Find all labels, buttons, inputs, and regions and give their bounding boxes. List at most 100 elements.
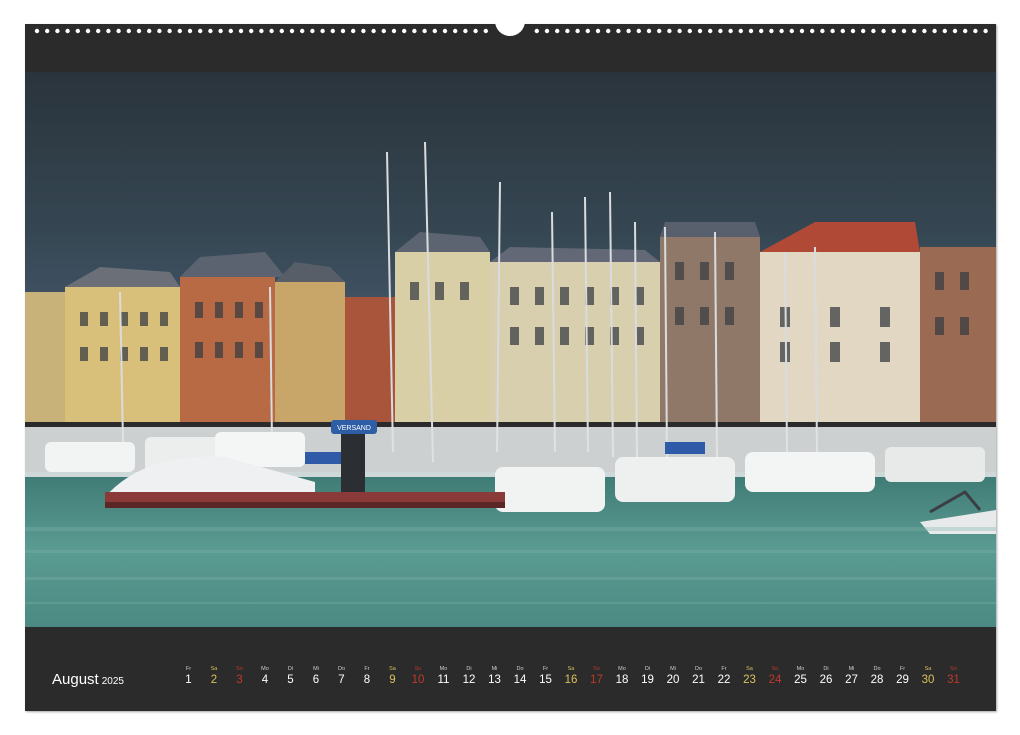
binding-hole	[595, 28, 601, 34]
day-number: 18	[615, 674, 629, 686]
day-cell: Sa 23	[737, 665, 762, 687]
day-of-week-label: So	[771, 666, 779, 672]
binding-hole	[626, 28, 631, 34]
binding-hole	[126, 28, 131, 34]
day-cell: Sa 2	[202, 665, 227, 687]
binding-hole	[963, 28, 968, 34]
binding-hole	[75, 28, 80, 34]
binding-hole	[432, 28, 437, 34]
binding-hole	[116, 28, 121, 34]
day-number: 4	[261, 674, 269, 686]
day-cell: Di 19	[635, 665, 660, 687]
binding-hole	[861, 28, 866, 34]
binding-hole	[728, 28, 733, 34]
day-of-week-label: Di	[466, 666, 472, 672]
day-of-week-label: Sa	[389, 666, 396, 672]
day-cell: Mo 11	[431, 665, 456, 687]
day-row: Fr 1 Sa 2 So 3 Mo 4 Di 5 Mi 6 Do 7 Fr 8 Sa 9 So 10 Mo 11 Di 12 M…	[176, 665, 966, 695]
binding-hole	[942, 28, 947, 34]
binding-hole	[269, 28, 274, 34]
binding-hole	[96, 28, 101, 34]
binding-hole	[738, 28, 743, 34]
day-of-week-label: Do	[337, 666, 346, 672]
day-cell: Mo 25	[788, 665, 813, 687]
day-number: 6	[312, 674, 320, 686]
day-number: 31	[947, 674, 960, 686]
day-cell: Mo 18	[610, 665, 635, 687]
day-of-week-label: Sa	[567, 666, 575, 672]
day-of-week-label: So	[593, 666, 600, 672]
day-of-week-label: Sa	[924, 666, 932, 672]
binding-hole	[636, 28, 641, 34]
binding-hole	[45, 28, 50, 34]
binding-hole	[228, 28, 233, 34]
day-number: 23	[743, 674, 756, 686]
day-number: 26	[819, 674, 833, 686]
day-cell: Fr 8	[355, 665, 380, 687]
binding-hole	[810, 28, 815, 34]
day-number: 16	[564, 674, 578, 686]
day-cell: So 17	[584, 665, 609, 687]
binding-hole	[799, 28, 805, 34]
binding-hole	[657, 28, 662, 34]
binding-hole	[922, 28, 927, 34]
day-cell: Di 26	[814, 665, 839, 687]
day-number: 7	[338, 674, 345, 686]
day-of-week-label: Mo	[261, 666, 269, 672]
day-cell: Sa 16	[559, 665, 584, 687]
day-number: 25	[794, 674, 807, 686]
day-of-week-label: So	[950, 666, 957, 672]
day-cell: So 31	[941, 665, 966, 687]
binding-hole	[351, 28, 356, 34]
binding-hole	[177, 28, 182, 34]
binding-hole	[300, 28, 305, 34]
binding-hole	[667, 28, 672, 34]
day-cell: Di 12	[457, 665, 482, 687]
day-of-week-label: Mo	[618, 666, 626, 672]
binding-hole	[830, 28, 835, 34]
binding-hole	[901, 28, 907, 34]
binding-hole	[391, 28, 397, 34]
binding-hole	[310, 28, 315, 34]
binding-hole	[106, 28, 111, 34]
day-cell: Mi 27	[839, 665, 864, 687]
month-label: August 2025	[52, 671, 124, 688]
month-year: 2025	[101, 676, 124, 687]
binding-hole	[687, 28, 692, 34]
binding-hole	[85, 28, 91, 34]
day-number: 20	[666, 674, 680, 686]
day-number: 1	[185, 674, 192, 686]
binding-hole	[330, 28, 335, 34]
day-number: 27	[845, 674, 858, 686]
binding-hole	[187, 28, 193, 34]
day-of-week-label: Fr	[542, 666, 549, 672]
binding-hole	[575, 28, 580, 34]
day-of-week-label: Do	[694, 666, 703, 672]
day-of-week-label: Di	[287, 666, 294, 672]
day-cell: Fr 15	[533, 665, 558, 687]
binding-hole	[769, 28, 774, 34]
binding-hole	[697, 28, 703, 34]
day-of-week-label: Fr	[364, 666, 370, 672]
binding-hole	[820, 28, 825, 34]
day-of-week-label: Mo	[796, 666, 805, 672]
binding-hole	[249, 28, 254, 34]
day-number: 9	[389, 674, 396, 686]
binding-hole	[65, 28, 70, 34]
binding-hole	[891, 28, 896, 34]
day-number: 30	[921, 674, 935, 686]
day-of-week-label: So	[414, 666, 422, 672]
binding-hole	[932, 28, 937, 34]
calendar-footer: August 2025 Fr 1 Sa 2 So 3 Mo 4 Di 5 Mi 6 Do 7 Fr 8 Sa 9 So…	[25, 627, 996, 711]
day-cell: Sa 9	[380, 665, 405, 687]
binding-hole	[463, 28, 468, 34]
binding-hole	[646, 28, 652, 34]
binding-hole	[748, 28, 754, 34]
binding-hole	[881, 28, 886, 34]
binding-hole	[259, 28, 264, 34]
binding-hole	[340, 28, 346, 34]
day-number: 3	[236, 674, 243, 686]
day-cell: Do 28	[865, 665, 890, 687]
binding-hole	[147, 28, 152, 34]
binding-hole	[544, 28, 550, 34]
